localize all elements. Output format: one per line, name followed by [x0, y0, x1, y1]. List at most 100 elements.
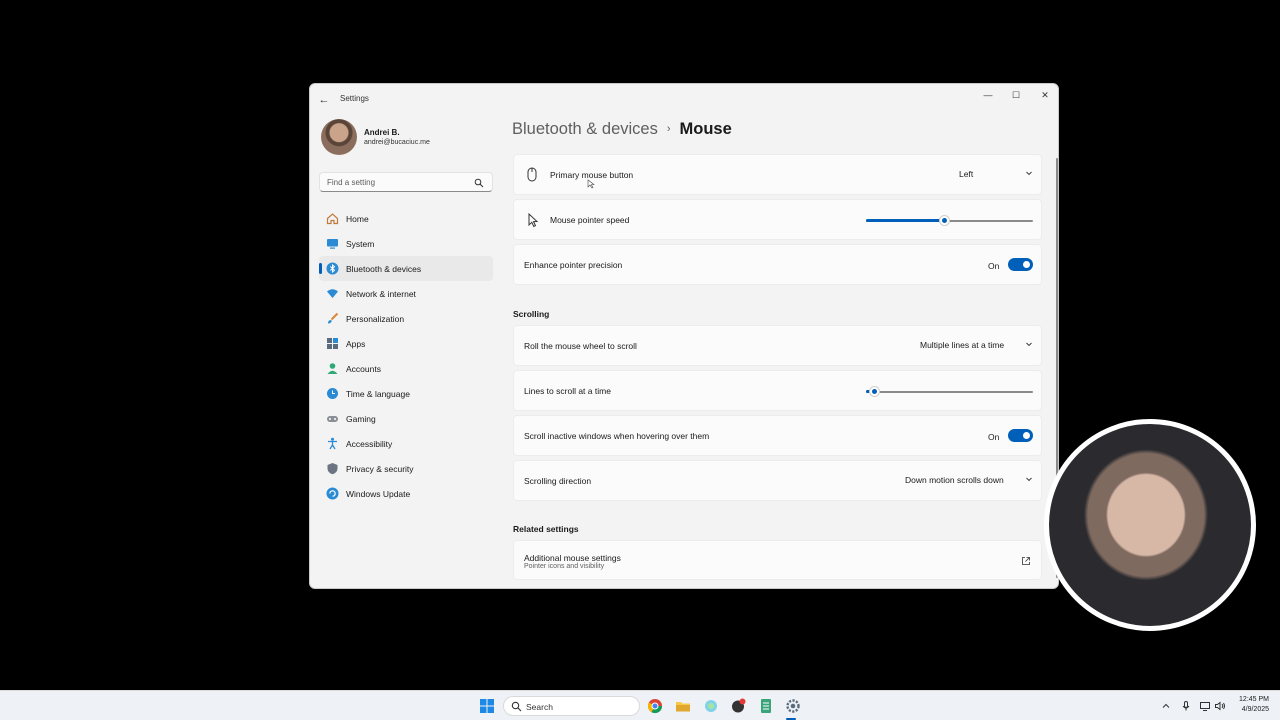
setting-label: Enhance pointer precision [524, 260, 623, 270]
settings-gear-icon[interactable] [784, 697, 802, 715]
webcam-overlay [1044, 419, 1256, 631]
chrome-icon[interactable] [646, 697, 664, 715]
brush-icon [328, 312, 339, 324]
toggle-state: On [988, 261, 1000, 271]
slider-thumb[interactable] [869, 386, 881, 397]
apps-icon [327, 338, 338, 349]
sidebar-item-bluetooth[interactable]: Bluetooth & devices [319, 256, 493, 281]
scrolling-direction-dropdown[interactable]: Down motion scrolls down [905, 472, 1033, 490]
window-title: Settings [340, 94, 369, 103]
scroll-inactive-toggle[interactable] [1008, 429, 1033, 442]
taskbar-search[interactable]: Search [503, 696, 640, 716]
search-icon[interactable] [474, 178, 484, 188]
gamepad-icon [327, 416, 338, 422]
roll-wheel-dropdown[interactable]: Multiple lines at a time [920, 337, 1033, 355]
search-input[interactable] [327, 176, 467, 189]
clock-date: 4/9/2025 [1241, 706, 1269, 713]
app-icon[interactable] [729, 697, 747, 715]
user-name: Andrei B. [364, 128, 400, 137]
sidebar-item-label: Personalization [346, 314, 405, 324]
sidebar-item-windows-update[interactable]: Windows Update [319, 481, 493, 506]
sidebar-item-label: Windows Update [346, 489, 411, 499]
sidebar-item-label: Home [346, 214, 369, 224]
setting-label: Lines to scroll at a time [524, 386, 611, 396]
scrolling-direction-card: Scrolling direction Down motion scrolls … [513, 460, 1042, 501]
slider-fill [866, 219, 945, 222]
maximize-button[interactable]: ☐ [1002, 86, 1030, 104]
avatar[interactable] [321, 119, 357, 155]
setting-label: Scrolling direction [524, 476, 592, 486]
sidebar-item-label: Gaming [346, 414, 376, 424]
setting-label: Additional mouse settings [524, 553, 621, 563]
sidebar-item-label: Privacy & security [346, 464, 414, 474]
mouse-icon [527, 167, 537, 182]
scroll-inactive-card: Scroll inactive windows when hovering ov… [513, 415, 1042, 456]
enhance-precision-toggle[interactable] [1008, 258, 1033, 271]
settings-window: ← Settings — ☐ ✕ Andrei B. andrei@bucaci… [309, 83, 1059, 589]
shield-icon [327, 463, 338, 475]
clock[interactable]: 12:45 PM 4/9/2025 [1239, 695, 1269, 715]
sidebar-item-accounts[interactable]: Accounts [319, 356, 493, 381]
microphone-icon[interactable] [1180, 700, 1192, 712]
dropdown-value: Multiple lines at a time [920, 340, 1005, 350]
sidebar-item-accessibility[interactable]: Accessibility [319, 431, 493, 456]
chevron-up-icon[interactable] [1160, 700, 1172, 712]
back-button[interactable]: ← [316, 92, 332, 108]
text-cursor-icon [587, 179, 595, 189]
enhance-precision-card: Enhance pointer precision On [513, 244, 1042, 285]
wifi-icon [327, 289, 338, 298]
find-setting-box[interactable] [319, 172, 493, 192]
taskbar: Search 12:45 PM 4/9/2025 [0, 690, 1280, 720]
breadcrumb-parent[interactable]: Bluetooth & devices [512, 120, 658, 138]
dropdown-value: Left [959, 169, 974, 179]
related-settings-heading: Related settings [513, 524, 579, 534]
chevron-down-icon [1026, 342, 1032, 347]
bluetooth-icon [326, 262, 339, 275]
setting-label: Mouse pointer speed [550, 215, 630, 225]
scrolling-heading: Scrolling [513, 309, 550, 319]
roll-wheel-card: Roll the mouse wheel to scroll Multiple … [513, 325, 1042, 366]
sidebar-item-system[interactable]: System [319, 231, 493, 256]
home-icon [326, 213, 339, 225]
setting-label: Roll the mouse wheel to scroll [524, 341, 637, 351]
setting-label: Scroll inactive windows when hovering ov… [524, 431, 710, 441]
sidebar-item-privacy[interactable]: Privacy & security [319, 456, 493, 481]
notepad-icon[interactable] [757, 697, 775, 715]
slider-track [866, 391, 1033, 393]
slider-thumb[interactable] [939, 215, 951, 226]
additional-mouse-settings-card[interactable]: Additional mouse settings Pointer icons … [513, 540, 1042, 580]
sidebar-item-label: Apps [346, 339, 366, 349]
start-icon[interactable] [478, 697, 496, 715]
sidebar-item-label: Bluetooth & devices [346, 264, 422, 274]
chevron-down-icon [1026, 477, 1032, 482]
accessibility-icon [328, 437, 337, 450]
breadcrumb: Bluetooth & devices › Mouse [512, 120, 732, 139]
close-button[interactable]: ✕ [1031, 86, 1058, 104]
search-icon [511, 701, 522, 712]
sidebar-item-apps[interactable]: Apps [319, 331, 493, 356]
sidebar-item-time-language[interactable]: Time & language [319, 381, 493, 406]
pointer-icon [528, 212, 539, 228]
primary-button-dropdown[interactable]: Left [959, 166, 1033, 184]
sidebar-item-home[interactable]: Home [319, 206, 493, 231]
setting-description: Pointer icons and visibility [524, 563, 605, 570]
update-icon [326, 487, 339, 500]
dropdown-value: Down motion scrolls down [905, 475, 1004, 485]
network-icon[interactable] [1199, 700, 1211, 712]
system-icon [327, 239, 338, 249]
volume-icon[interactable] [1214, 700, 1226, 712]
sidebar-item-label: Network & internet [346, 289, 416, 299]
sidebar-item-network[interactable]: Network & internet [319, 281, 493, 306]
sidebar-item-gaming[interactable]: Gaming [319, 406, 493, 431]
pointer-speed-slider[interactable] [866, 215, 1033, 226]
breadcrumb-separator-icon: › [666, 123, 671, 135]
sidebar-nav: Home System Bluetooth & devices Network … [319, 206, 493, 506]
lines-to-scroll-slider[interactable] [866, 386, 1033, 397]
chevron-down-icon [1026, 171, 1032, 176]
file-explorer-icon[interactable] [674, 697, 692, 715]
sidebar-item-personalization[interactable]: Personalization [319, 306, 493, 331]
copilot-icon[interactable] [702, 697, 720, 715]
minimize-button[interactable]: — [974, 86, 1002, 104]
accounts-icon [327, 363, 338, 374]
toggle-state: On [988, 432, 1000, 442]
